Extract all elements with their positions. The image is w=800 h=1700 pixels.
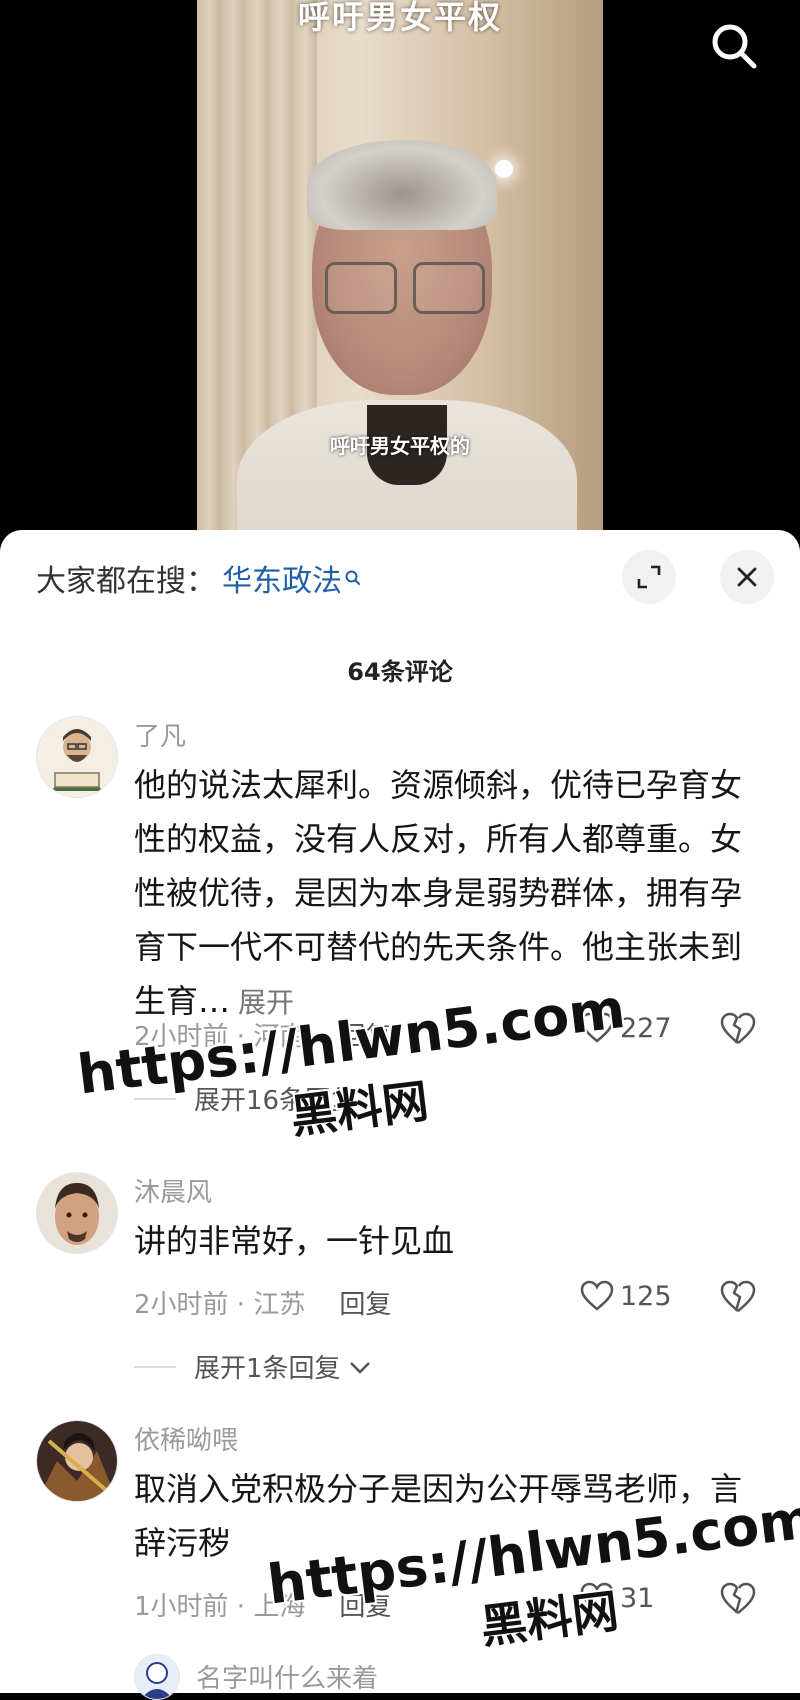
avatar[interactable] [36,716,118,798]
comment-body: 讲的非常好，一针见血 [134,1222,455,1260]
person-hair [307,140,497,230]
avatar[interactable] [36,1172,118,1254]
comment-text: 讲的非常好，一针见血 [134,1214,754,1268]
comment-text: 他的说法太犀利。资源倾斜，优待已孕育女性的权益，没有人反对，所有人都尊重。女性被… [134,758,754,1030]
video-title-overlay: 呼吁男女平权 [297,0,502,36]
divider-line [134,1365,176,1368]
comment-username[interactable]: 了凡 [134,716,186,753]
expand-replies-button[interactable]: 展开1条回复 [134,1348,373,1385]
search-icon [712,24,757,69]
glasses-lens-left [325,262,397,314]
broken-heart-icon [720,1280,756,1312]
dislike-button[interactable] [720,1280,756,1318]
dislike-button[interactable] [720,1012,756,1050]
person-glasses [325,262,485,314]
comment-username[interactable]: 沐晨风 [134,1172,212,1209]
heart-icon [580,1280,614,1311]
like-count: 125 [620,1280,672,1312]
search-button[interactable] [706,18,762,74]
trending-label: 大家都在搜： [36,564,216,599]
close-icon [737,567,757,587]
comment-time-location: 2小时前 · 江苏 [134,1290,306,1320]
expand-icon [637,565,661,589]
trending-search-icon[interactable] [344,560,362,595]
trending-search: 大家都在搜： 华东政法 [36,556,362,600]
trending-term-link[interactable]: 华东政法 [222,564,342,599]
reply-button[interactable]: 回复 [339,1290,391,1320]
avatar[interactable] [134,1654,180,1700]
comment-body: 他的说法太犀利。资源倾斜，优待已孕育女性的权益，没有人反对，所有人都尊重。女性被… [134,766,743,1020]
like-button[interactable]: 125 [580,1280,672,1312]
comment-username[interactable]: 依稀呦喂 [134,1420,238,1457]
video-subtitle: 呼吁男女平权的 [330,434,470,458]
comment-count: 64条评论 [347,658,453,686]
expand-replies-label: 展开1条回复 [194,1354,341,1384]
avatar[interactable] [36,1420,118,1502]
comment-meta: 2小时前 · 江苏 回复 [134,1284,391,1321]
wall-light [495,160,513,178]
chevron-down-icon [349,1361,370,1374]
expand-button[interactable] [622,550,676,604]
broken-heart-icon [720,1012,756,1044]
close-button[interactable] [720,550,774,604]
glasses-lens-right [413,262,485,314]
video-frame[interactable]: 呼吁男女平权 呼吁男女平权的 [197,0,603,560]
expand-text-link[interactable]: 展开 [238,986,294,1019]
video-player[interactable]: 呼吁男女平权 呼吁男女平权的 [0,0,800,560]
